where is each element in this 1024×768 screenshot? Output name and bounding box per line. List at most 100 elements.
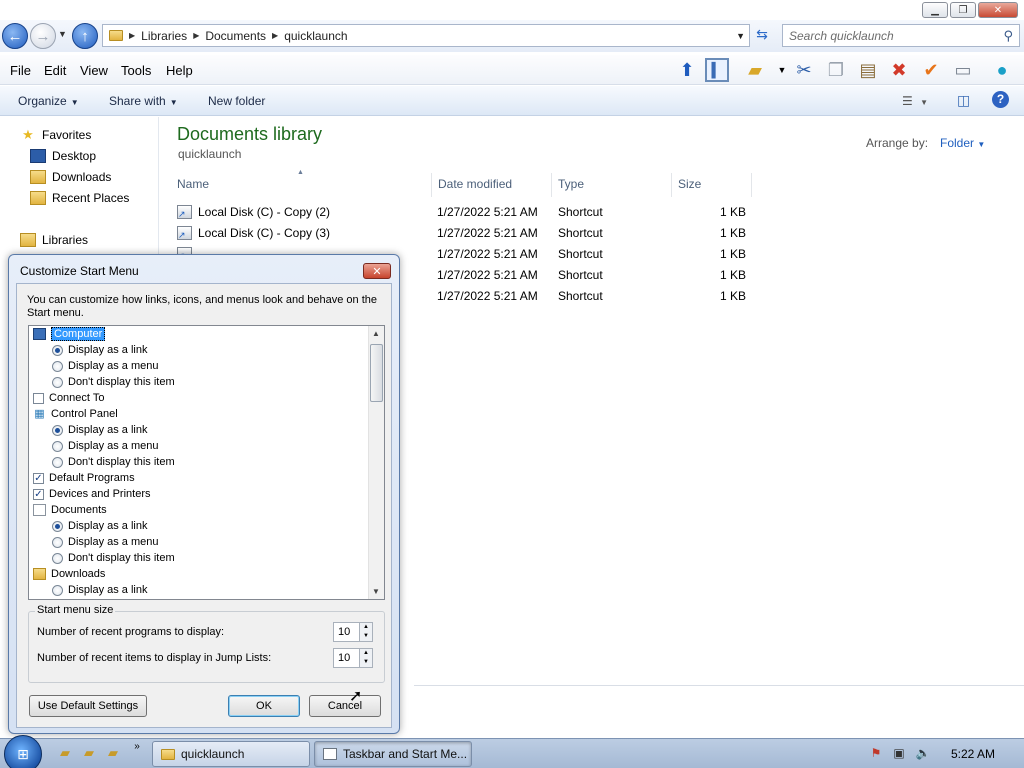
jump-list-items-stepper[interactable]: 10 ▲ ▼ (333, 648, 373, 668)
stepper-arrows-icon[interactable]: ▲ ▼ (359, 623, 372, 641)
dropdown-icon[interactable]: ▼ (770, 58, 794, 82)
quicklaunch-overflow-icon[interactable]: » (128, 741, 146, 759)
menu-view[interactable]: View (80, 63, 108, 78)
menu-file[interactable]: File (10, 63, 31, 78)
quicklaunch-shortcut-icon[interactable]: ▰ (104, 745, 122, 763)
ok-button[interactable]: OK (228, 695, 300, 717)
start-button[interactable]: ⊞ (4, 735, 42, 768)
column-divider[interactable] (551, 173, 552, 197)
column-divider[interactable] (751, 173, 752, 197)
nav-libraries[interactable]: Libraries (20, 233, 88, 247)
file-row[interactable]: Local Disk (C) - Copy (3) 1/27/2022 5:21… (177, 223, 747, 244)
up-button[interactable]: ↑ (72, 23, 98, 49)
breadcrumb-separator[interactable]: ▶ (272, 31, 278, 40)
copy-icon[interactable]: ❐ (824, 58, 848, 82)
search-icon[interactable]: ⚲ (1003, 28, 1013, 44)
arrange-by-dropdown[interactable]: Folder ▼ (940, 136, 985, 150)
view-options-icon[interactable]: ☰ ▼ (902, 94, 928, 108)
radio-computer-link[interactable]: Display as a link (52, 342, 147, 358)
radio-computer-menu[interactable]: Display as a menu (52, 358, 159, 374)
menu-edit[interactable]: Edit (44, 63, 66, 78)
menu-tools[interactable]: Tools (121, 63, 151, 78)
radio-button[interactable] (52, 520, 63, 532)
clock[interactable]: 5:22 AM (951, 747, 995, 761)
organize-button[interactable]: Organize ▼ (18, 94, 79, 108)
checkbox-connect-to[interactable]: Connect To (33, 390, 104, 406)
delete-icon[interactable]: ✖ (887, 58, 911, 82)
radio-button[interactable] (52, 360, 63, 372)
stepper-arrows-icon[interactable]: ▲ ▼ (359, 649, 372, 667)
action-center-flag-icon[interactable]: ⚑ (868, 746, 884, 762)
radio-computer-hide[interactable]: Don't display this item (52, 374, 175, 390)
network-icon[interactable]: ▣ (891, 746, 907, 762)
scrollbar-thumb[interactable] (370, 344, 383, 402)
address-field[interactable]: ▶ Libraries ▶ Documents ▶ quicklaunch ▼ (102, 24, 750, 47)
radio-documents-link[interactable]: Display as a link (52, 518, 147, 534)
breadcrumb-documents[interactable]: Documents (205, 29, 266, 43)
dialog-close-button[interactable]: ✕ (363, 263, 391, 279)
scroll-down-icon[interactable]: ▼ (372, 587, 380, 596)
radio-button[interactable] (52, 440, 63, 452)
close-button[interactable]: ✕ (978, 2, 1018, 18)
option-control-panel[interactable]: ▦ Control Panel (33, 406, 117, 422)
breadcrumb-quicklaunch[interactable]: quicklaunch (284, 29, 347, 43)
help-icon[interactable]: ? (992, 91, 1009, 108)
checkbox[interactable] (33, 392, 44, 404)
column-name[interactable]: Name (177, 177, 209, 199)
nav-favorites[interactable]: ★ Favorites (20, 128, 91, 143)
nav-downloads[interactable]: Downloads (30, 170, 111, 184)
quicklaunch-shortcut-icon[interactable]: ▰ (56, 745, 74, 763)
radio-downloads-link[interactable]: Display as a link (52, 582, 147, 598)
radio-button[interactable] (52, 584, 63, 596)
cut-icon[interactable]: ✂ (792, 58, 816, 82)
recent-pages-dropdown[interactable]: ▼ (58, 29, 67, 39)
radio-control-panel-link[interactable]: Display as a link (52, 422, 147, 438)
options-scrollbar[interactable]: ▲ ▼ (368, 326, 384, 599)
column-date-modified[interactable]: Date modified (438, 177, 512, 199)
up-arrow-icon[interactable]: ⬆ (675, 58, 699, 82)
column-divider[interactable] (431, 173, 432, 197)
maximize-button[interactable]: ❐ (950, 2, 976, 18)
option-computer[interactable]: Computer (33, 326, 106, 342)
checkbox-checked[interactable]: ✓ (33, 488, 44, 500)
radio-button[interactable] (52, 536, 63, 548)
column-size[interactable]: Size (678, 177, 701, 199)
forward-button[interactable]: → (30, 23, 56, 49)
nav-recent-places[interactable]: Recent Places (30, 191, 129, 205)
radio-button[interactable] (52, 344, 63, 356)
radio-button[interactable] (52, 376, 63, 388)
paste-icon[interactable]: ▤ (856, 58, 880, 82)
checkbox-devices-printers[interactable]: ✓ Devices and Printers (33, 486, 151, 502)
preview-pane-icon[interactable]: ▍ (705, 58, 729, 82)
radio-documents-hide[interactable]: Don't display this item (52, 550, 175, 566)
nav-desktop[interactable]: Desktop (30, 149, 96, 163)
start-menu-options-list[interactable]: Computer Display as a link Display as a … (28, 325, 385, 600)
file-row[interactable]: Local Disk (C) - Copy (2) 1/27/2022 5:21… (177, 202, 747, 223)
new-folder-button[interactable]: New folder (208, 94, 265, 108)
breadcrumb-separator[interactable]: ▶ (193, 31, 199, 40)
use-default-settings-button[interactable]: Use Default Settings (29, 695, 147, 717)
breadcrumb-libraries[interactable]: Libraries (141, 29, 187, 43)
scroll-up-icon[interactable]: ▲ (372, 329, 380, 338)
radio-control-panel-hide[interactable]: Don't display this item (52, 454, 175, 470)
task-taskbar-start-menu[interactable]: Taskbar and Start Me... (314, 741, 472, 767)
properties-icon[interactable]: ▭ (951, 58, 975, 82)
column-type[interactable]: Type (558, 177, 584, 199)
quicklaunch-shortcut-icon[interactable]: ▰ (80, 745, 98, 763)
volume-icon[interactable]: 🔈 (915, 746, 931, 762)
share-with-button[interactable]: Share with ▼ (109, 94, 178, 108)
radio-control-panel-menu[interactable]: Display as a menu (52, 438, 159, 454)
folder-options-icon[interactable]: ▰ (743, 58, 767, 82)
radio-button[interactable] (52, 552, 63, 564)
recent-programs-stepper[interactable]: 10 ▲ ▼ (333, 622, 373, 642)
search-input[interactable]: Search quicklaunch ⚲ (782, 24, 1020, 47)
back-button[interactable]: ← (2, 23, 28, 49)
checkmark-icon[interactable]: ✔ (919, 58, 943, 82)
radio-documents-menu[interactable]: Display as a menu (52, 534, 159, 550)
refresh-button[interactable]: ⇆ (752, 26, 772, 46)
menu-help[interactable]: Help (166, 63, 193, 78)
address-dropdown-icon[interactable]: ▼ (736, 31, 745, 41)
option-documents[interactable]: Documents (33, 502, 107, 518)
checkbox-default-programs[interactable]: ✓ Default Programs (33, 470, 135, 486)
breadcrumb-separator[interactable]: ▶ (129, 31, 135, 40)
